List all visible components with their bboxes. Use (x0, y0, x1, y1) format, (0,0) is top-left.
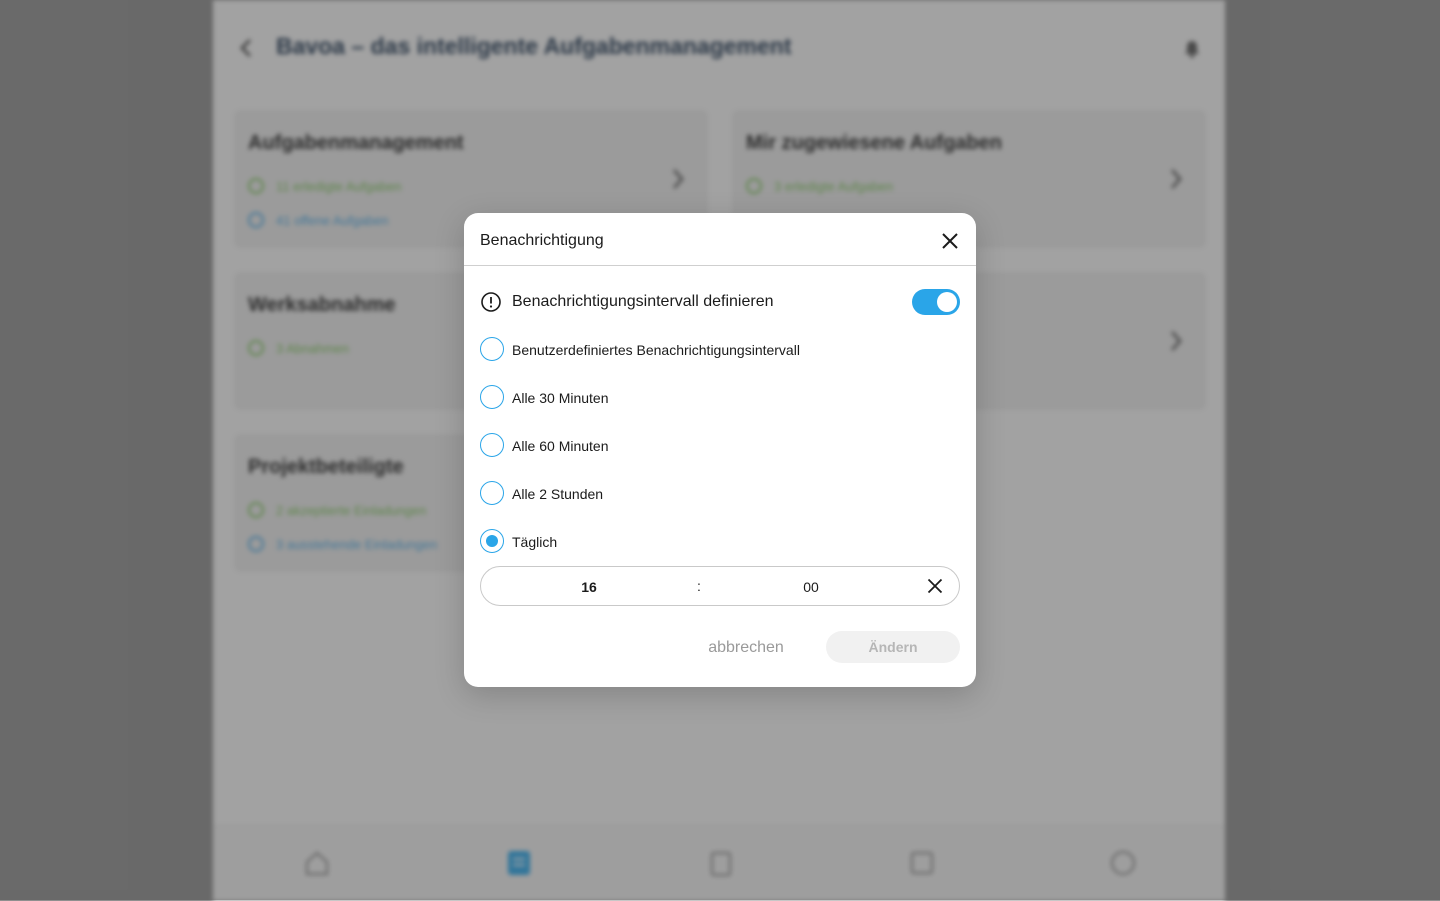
define-interval-label: Benachrichtigungsintervall definieren (512, 293, 774, 310)
radio-button[interactable] (480, 385, 504, 409)
minute-input[interactable]: 00 (741, 579, 881, 595)
close-icon[interactable] (940, 231, 960, 251)
option-60-minutes[interactable]: Alle 60 Minuten (480, 433, 960, 459)
define-interval-toggle[interactable] (912, 289, 960, 315)
option-daily[interactable]: Täglich (480, 529, 960, 555)
notification-dialog: Benachrichtigung Benachrichtigungsinterv… (464, 213, 976, 687)
option-30-minutes[interactable]: Alle 30 Minuten (480, 385, 960, 411)
radio-button-selected[interactable] (480, 529, 504, 553)
clear-time-icon[interactable] (927, 578, 943, 594)
option-label: Täglich (512, 534, 558, 550)
radio-button[interactable] (480, 337, 504, 361)
radio-button[interactable] (480, 481, 504, 505)
time-separator: : (697, 578, 701, 594)
alert-circle-icon (481, 292, 501, 312)
time-picker: 16 : 00 (480, 566, 960, 606)
cancel-button[interactable]: abbrechen (696, 639, 796, 657)
option-label: Alle 60 Minuten (512, 438, 609, 454)
option-2-hours[interactable]: Alle 2 Stunden (480, 481, 960, 507)
option-label: Alle 2 Stunden (512, 486, 604, 502)
change-button[interactable]: Ändern (826, 631, 960, 663)
option-label: Alle 30 Minuten (512, 390, 609, 406)
dialog-header: Benachrichtigung (464, 213, 976, 266)
option-label: Benutzerdefiniertes Benachrichtigungsint… (512, 342, 800, 358)
toggle-knob (937, 292, 957, 312)
hour-input[interactable]: 16 (481, 579, 697, 595)
option-custom-interval[interactable]: Benutzerdefiniertes Benachrichtigungsint… (480, 337, 960, 363)
dialog-title: Benachrichtigung (480, 232, 604, 249)
define-interval-row: Benachrichtigungsintervall definieren (480, 289, 960, 315)
radio-button[interactable] (480, 433, 504, 457)
